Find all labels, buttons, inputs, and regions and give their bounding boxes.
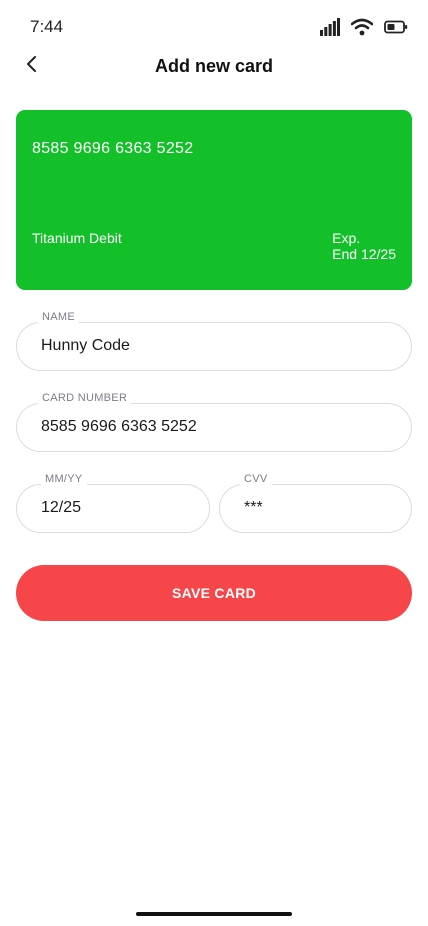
card-number-input[interactable]: 8585 9696 6363 5252 xyxy=(16,403,412,452)
card-exp-value: End 12/25 xyxy=(332,246,396,262)
expiry-label: MM/YY xyxy=(41,473,87,485)
cvv-label: CVV xyxy=(240,473,272,485)
signal-icon xyxy=(320,18,340,41)
cvv-input[interactable]: *** xyxy=(219,484,412,533)
save-card-button[interactable]: SAVE CARD xyxy=(16,565,412,621)
expiry-input[interactable]: 12/25 xyxy=(16,484,210,533)
cvv-field[interactable]: *** CVV xyxy=(219,473,412,533)
card-preview-expiry: Exp. End 12/25 xyxy=(332,230,396,262)
status-icons xyxy=(320,18,408,41)
status-time: 7:44 xyxy=(30,17,64,36)
name-label: NAME xyxy=(38,311,79,323)
battery-icon xyxy=(384,20,408,39)
page-title: Add new card xyxy=(154,56,274,76)
expiry-field[interactable]: 12/25 MM/YY xyxy=(16,473,210,533)
card-number-label: CARD NUMBER xyxy=(38,392,132,404)
card-preview: 8585 9696 6363 5252 Titanium Debit Exp. … xyxy=(16,110,412,290)
cvv-value: *** xyxy=(244,499,263,516)
expiry-value: 12/25 xyxy=(41,499,82,516)
name-input[interactable]: Hunny Code xyxy=(16,322,412,371)
card-preview-number: 8585 9696 6363 5252 xyxy=(32,140,194,157)
home-indicator[interactable] xyxy=(136,912,292,916)
card-number-value: 8585 9696 6363 5252 xyxy=(41,418,197,435)
wifi-icon xyxy=(350,18,374,41)
card-exp-label: Exp. xyxy=(332,230,361,246)
name-value: Hunny Code xyxy=(41,337,130,354)
header: Add new card xyxy=(0,44,428,88)
name-field[interactable]: Hunny Code NAME xyxy=(16,311,412,371)
add-card-screen: 7:44 Add new card 8585 9696 6363 5252 Ti… xyxy=(0,0,428,926)
card-preview-type: Titanium Debit xyxy=(32,230,122,246)
card-number-field[interactable]: 8585 9696 6363 5252 CARD NUMBER xyxy=(16,392,412,452)
